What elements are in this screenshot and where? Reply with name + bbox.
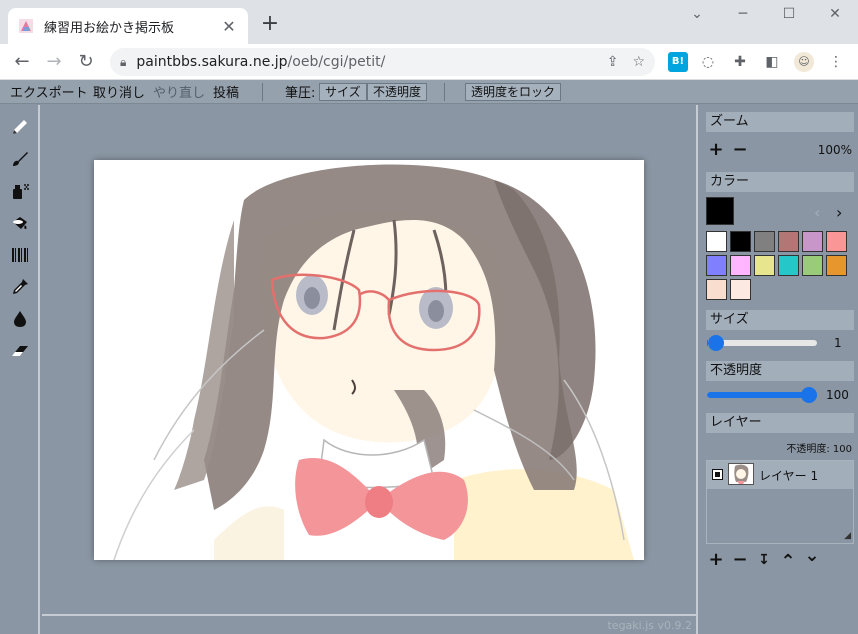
- menu-kebab-icon[interactable]: ⋮: [826, 52, 846, 72]
- zoom-value: 100%: [817, 143, 852, 157]
- layer-item[interactable]: レイヤー 1: [707, 461, 853, 489]
- drawing-canvas[interactable]: [94, 160, 644, 560]
- move-layer-up-button[interactable]: ⌃: [780, 553, 796, 571]
- palette-swatch[interactable]: [802, 231, 823, 252]
- artwork-illustration: [113, 164, 634, 560]
- toolbar-divider: [444, 83, 445, 101]
- lock-alpha-toggle[interactable]: 透明度をロック: [465, 83, 562, 101]
- omnibox[interactable]: 🔒︎ paintbbs.sakura.ne.jp/oeb/cgi/petit/ …: [110, 48, 655, 76]
- version-label: tegaki.js v0.9.2: [607, 619, 692, 632]
- toolbar-divider: [262, 83, 263, 101]
- url-host: paintbbs.sakura.ne.jp: [136, 54, 288, 70]
- address-bar-row: ← → ↻ 🔒︎ paintbbs.sakura.ne.jp/oeb/cgi/p…: [0, 44, 858, 80]
- merge-layer-down-button[interactable]: ↧: [756, 552, 772, 568]
- zoom-header: ズーム: [706, 112, 854, 132]
- color-header: カラー: [706, 172, 854, 192]
- profile-avatar[interactable]: ☺: [794, 52, 814, 72]
- new-tab-button[interactable]: +: [258, 12, 282, 36]
- window-close-button[interactable]: ✕: [820, 6, 850, 22]
- layer-opacity-label: 不透明度: 100: [786, 444, 852, 455]
- blur-drop-icon[interactable]: [8, 307, 32, 331]
- side-panel-icon[interactable]: ◧: [762, 52, 782, 72]
- pressure-opacity-toggle[interactable]: 不透明度: [367, 83, 428, 101]
- airbrush-icon[interactable]: [8, 179, 32, 203]
- pressure-label: 筆圧:: [285, 86, 316, 101]
- tab-close-icon[interactable]: ✕: [220, 17, 238, 36]
- hatena-bookmark-icon[interactable]: B!: [668, 52, 688, 72]
- forward-icon[interactable]: →: [42, 50, 66, 74]
- extensions-puzzle-icon[interactable]: ✚: [730, 52, 750, 72]
- palette-swatch[interactable]: [754, 231, 775, 252]
- opacity-slider[interactable]: [707, 387, 817, 403]
- resize-grip-icon[interactable]: ◢: [844, 531, 851, 541]
- remove-layer-button[interactable]: −: [732, 551, 748, 569]
- palette-swatch[interactable]: [730, 279, 751, 300]
- zoom-out-button[interactable]: −: [732, 141, 748, 159]
- canvas-viewport: [42, 105, 696, 614]
- lock-icon: 🔒︎: [120, 54, 127, 69]
- eyedropper-icon[interactable]: [8, 275, 32, 299]
- url-path: /oeb/cgi/petit/: [287, 54, 386, 70]
- palette-swatch[interactable]: [706, 255, 727, 276]
- palette-swatch[interactable]: [826, 231, 847, 252]
- current-color-swatch[interactable]: [706, 197, 734, 225]
- layer-name: レイヤー 1: [759, 469, 819, 483]
- url-text[interactable]: paintbbs.sakura.ne.jp/oeb/cgi/petit/: [136, 54, 592, 70]
- size-value: 1: [834, 336, 842, 350]
- bucket-icon[interactable]: [8, 211, 32, 235]
- side-panel: ズーム + − 100% カラー ‹ › サイズ 1 不透明度 100 レイヤー…: [696, 105, 858, 634]
- export-menu[interactable]: エクスポート: [10, 82, 88, 101]
- move-layer-down-button[interactable]: ⌄: [804, 547, 820, 565]
- minimize-button[interactable]: ─: [728, 6, 758, 22]
- tab-search-chevron-icon[interactable]: ⌄: [682, 6, 712, 22]
- tab-title: 練習用お絵かき掲示板: [44, 20, 175, 36]
- size-slider[interactable]: [707, 335, 817, 351]
- palette-swatch[interactable]: [706, 279, 727, 300]
- redo-menu[interactable]: やり直し: [153, 82, 205, 101]
- layer-visibility-checkbox[interactable]: [712, 469, 723, 480]
- pencil-icon[interactable]: [8, 115, 32, 139]
- back-icon[interactable]: ←: [10, 50, 34, 74]
- layer-thumbnail: [728, 463, 754, 485]
- palette-swatch[interactable]: [778, 255, 799, 276]
- zoom-in-button[interactable]: +: [708, 141, 724, 159]
- pattern-icon[interactable]: [8, 243, 32, 267]
- post-menu[interactable]: 投稿: [213, 82, 239, 101]
- opacity-value: 100: [826, 388, 849, 402]
- tool-palette: [0, 105, 40, 634]
- opacity-header: 不透明度: [706, 361, 854, 381]
- browser-tab[interactable]: 練習用お絵かき掲示板 ✕: [8, 8, 248, 44]
- app-menu-toolbar: エクスポート 取り消し やり直し 投稿 筆圧: サイズ 不透明度 透明度をロック: [0, 80, 858, 104]
- share-icon[interactable]: ⇪: [607, 54, 619, 70]
- opacity-slider-knob[interactable]: [801, 387, 817, 403]
- palette-swatch[interactable]: [778, 231, 799, 252]
- palette-prev-icon[interactable]: ‹: [814, 203, 820, 222]
- palette-swatch[interactable]: [730, 231, 751, 252]
- palette-swatch[interactable]: [754, 255, 775, 276]
- palette-next-icon[interactable]: ›: [836, 203, 842, 222]
- palette-swatch[interactable]: [802, 255, 823, 276]
- add-layer-button[interactable]: +: [708, 551, 724, 569]
- maximize-button[interactable]: ☐: [774, 6, 804, 22]
- pressure-size-toggle[interactable]: サイズ: [319, 83, 367, 101]
- eraser-icon[interactable]: [8, 339, 32, 363]
- size-slider-knob[interactable]: [707, 335, 724, 351]
- size-header: サイズ: [706, 310, 854, 330]
- layer-header: レイヤー: [706, 413, 854, 433]
- palette-swatch[interactable]: [826, 255, 847, 276]
- bookmark-star-icon[interactable]: ☆: [632, 54, 645, 70]
- site-favicon-icon: [19, 19, 33, 33]
- brush-icon[interactable]: [8, 147, 32, 171]
- reload-icon[interactable]: ↻: [74, 50, 98, 74]
- undo-menu[interactable]: 取り消し: [93, 82, 145, 101]
- palette-swatch[interactable]: [730, 255, 751, 276]
- browser-tab-strip: 練習用お絵かき掲示板 ✕ + ⌄ ─ ☐ ✕: [0, 0, 858, 44]
- layer-list: レイヤー 1 ◢: [706, 460, 854, 544]
- palette-swatch[interactable]: [706, 231, 727, 252]
- status-bar: tegaki.js v0.9.2: [42, 614, 696, 634]
- mouse-extension-icon[interactable]: ◌: [698, 52, 718, 72]
